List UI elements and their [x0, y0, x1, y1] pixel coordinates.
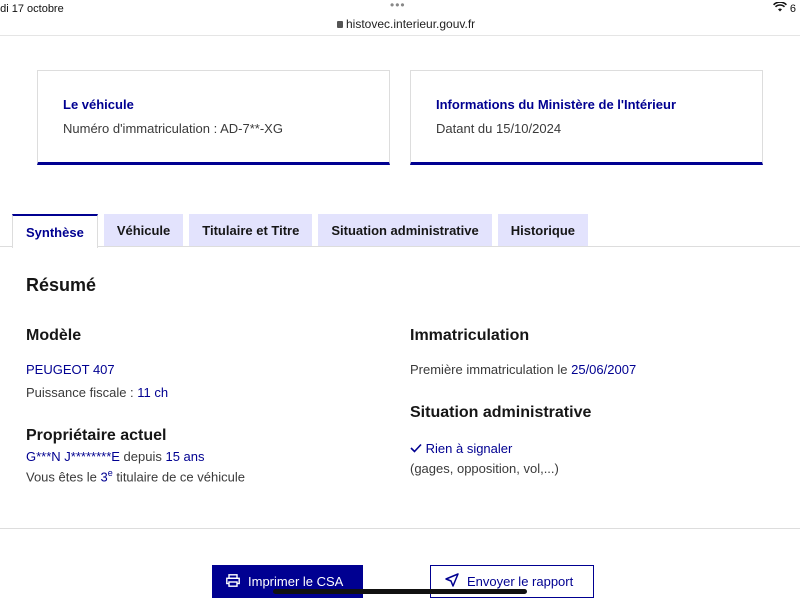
tab-titulaire[interactable]: Titulaire et Titre [189, 214, 313, 247]
browser-status-bar: udi 17 octobre ••• histovec.interieur.go… [0, 0, 800, 36]
vehicle-card-title: Le véhicule [63, 97, 134, 112]
tab-bar: Synthèse Véhicule Titulaire et Titre Sit… [12, 214, 594, 248]
model-heading: Modèle [26, 327, 82, 344]
first-registration-date: 25/06/2007 [571, 362, 637, 377]
ministry-card: Informations du Ministère de l'Intérieur… [410, 70, 763, 165]
owner-heading: Propriétaire actuel [26, 427, 167, 444]
print-csa-label: Imprimer le CSA [248, 574, 344, 589]
battery-level: 6 [789, 3, 796, 15]
status-date: udi 17 octobre [0, 3, 64, 15]
rank-prefix: Vous êtes le [26, 469, 101, 485]
admin-status: Rien à signaler [410, 441, 512, 456]
check-icon [410, 441, 422, 456]
model-name: PEUGEOT 407 [26, 362, 115, 377]
tab-vehicule[interactable]: Véhicule [103, 214, 184, 247]
fiscal-power-label: Puissance fiscale : [26, 385, 138, 400]
rank-suffix: titulaire de ce véhicule [112, 469, 245, 485]
send-icon [445, 573, 467, 590]
tab-situation-administrative[interactable]: Situation administrative [318, 214, 492, 247]
home-indicator [273, 589, 527, 594]
fiscal-power: Puissance fiscale : 11 ch [26, 385, 168, 400]
owner-rank: Vous êtes le 3e titulaire de ce véhicule [26, 468, 245, 484]
first-registration: Première immatriculation le 25/06/2007 [410, 362, 636, 377]
registration-number: Numéro d'immatriculation : AD-7**-XG [63, 121, 283, 136]
owner-since-value: 15 ans [165, 449, 205, 464]
owner-since-label: depuis [119, 449, 166, 464]
owner-line: G***N J********E depuis 15 ans [26, 449, 205, 464]
address-bar[interactable]: histovec.interieur.gouv.fr [337, 17, 475, 31]
wifi-icon: 6 [772, 1, 796, 15]
more-dots-icon[interactable]: ••• [390, 0, 406, 12]
registration-heading: Immatriculation [410, 327, 530, 344]
admin-heading: Situation administrative [410, 404, 592, 421]
tab-synthese[interactable]: Synthèse [12, 214, 98, 248]
url-text: histovec.interieur.gouv.fr [346, 17, 476, 31]
summary-title: Résumé [26, 275, 97, 295]
rank-number: 3 [100, 469, 108, 485]
admin-detail: (gages, opposition, vol,...) [410, 461, 559, 476]
printer-icon [226, 573, 248, 590]
tab-historique[interactable]: Historique [497, 214, 589, 247]
vehicle-card: Le véhicule Numéro d'immatriculation : A… [37, 70, 390, 165]
lock-icon [337, 21, 343, 28]
data-date: Datant du 15/10/2024 [436, 121, 562, 136]
admin-status-text: Rien à signaler [425, 441, 513, 456]
fiscal-power-value: 11 ch [137, 385, 169, 400]
owner-name: G***N J********E [26, 449, 120, 464]
first-registration-label: Première immatriculation le [410, 362, 572, 377]
ministry-card-title: Informations du Ministère de l'Intérieur [436, 97, 677, 112]
send-report-label: Envoyer le rapport [467, 574, 574, 589]
